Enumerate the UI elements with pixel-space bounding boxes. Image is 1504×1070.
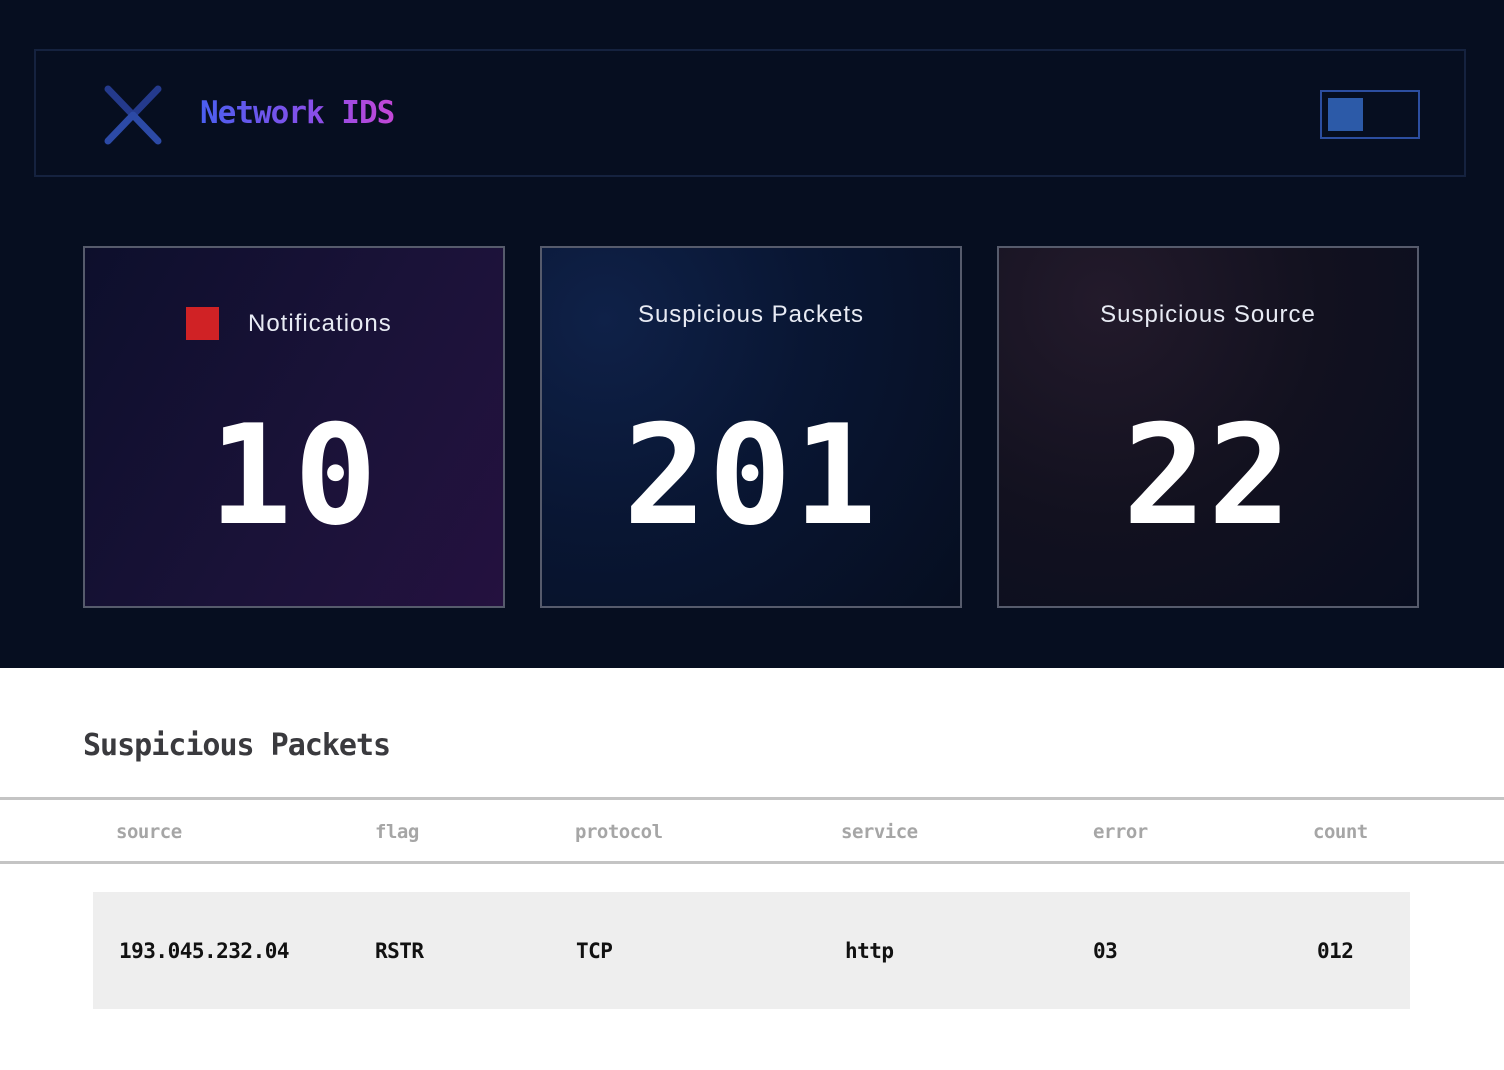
app-title: Network IDS xyxy=(200,95,395,131)
table-row[interactable] xyxy=(93,892,1410,1009)
x-logo-icon[interactable] xyxy=(104,85,162,145)
column-header-error[interactable]: error xyxy=(1093,821,1148,843)
suspicious-packets-count: 201 xyxy=(623,395,879,556)
cell-flag: RSTR xyxy=(375,939,424,963)
notifications-card[interactable]: Notifications 10 xyxy=(83,246,505,608)
column-header-source[interactable]: source xyxy=(116,821,182,843)
notifications-count: 10 xyxy=(208,395,380,556)
column-header-protocol[interactable]: protocol xyxy=(575,821,663,843)
column-header-count[interactable]: count xyxy=(1313,821,1368,843)
suspicious-source-label: Suspicious Source xyxy=(1100,301,1316,328)
suspicious-packets-label: Suspicious Packets xyxy=(637,301,865,328)
theme-toggle[interactable] xyxy=(1320,90,1420,139)
table-title: Suspicious Packets xyxy=(83,728,391,763)
notifications-label: Notifications xyxy=(248,310,392,337)
app-header: Network IDS xyxy=(34,49,1466,177)
suspicious-source-count: 22 xyxy=(1122,395,1294,556)
suspicious-packets-card[interactable]: Suspicious Packets 201 xyxy=(540,246,962,608)
toggle-knob[interactable] xyxy=(1328,98,1363,131)
suspicious-source-card[interactable]: Suspicious Source 22 xyxy=(997,246,1419,608)
cell-error: 03 xyxy=(1093,939,1118,963)
alert-indicator-icon xyxy=(186,307,219,340)
column-header-service[interactable]: service xyxy=(841,821,918,843)
dashboard-top-panel: Network IDS Notifications 10 Suspicious … xyxy=(0,0,1504,668)
cell-source: 193.045.232.04 xyxy=(119,939,290,963)
column-header-flag[interactable]: flag xyxy=(375,821,419,843)
cell-protocol: TCP xyxy=(576,939,613,963)
table-header-top-divider xyxy=(0,797,1504,800)
table-header-bottom-divider xyxy=(0,861,1504,864)
cell-count: 012 xyxy=(1317,939,1354,963)
cell-service: http xyxy=(845,939,894,963)
